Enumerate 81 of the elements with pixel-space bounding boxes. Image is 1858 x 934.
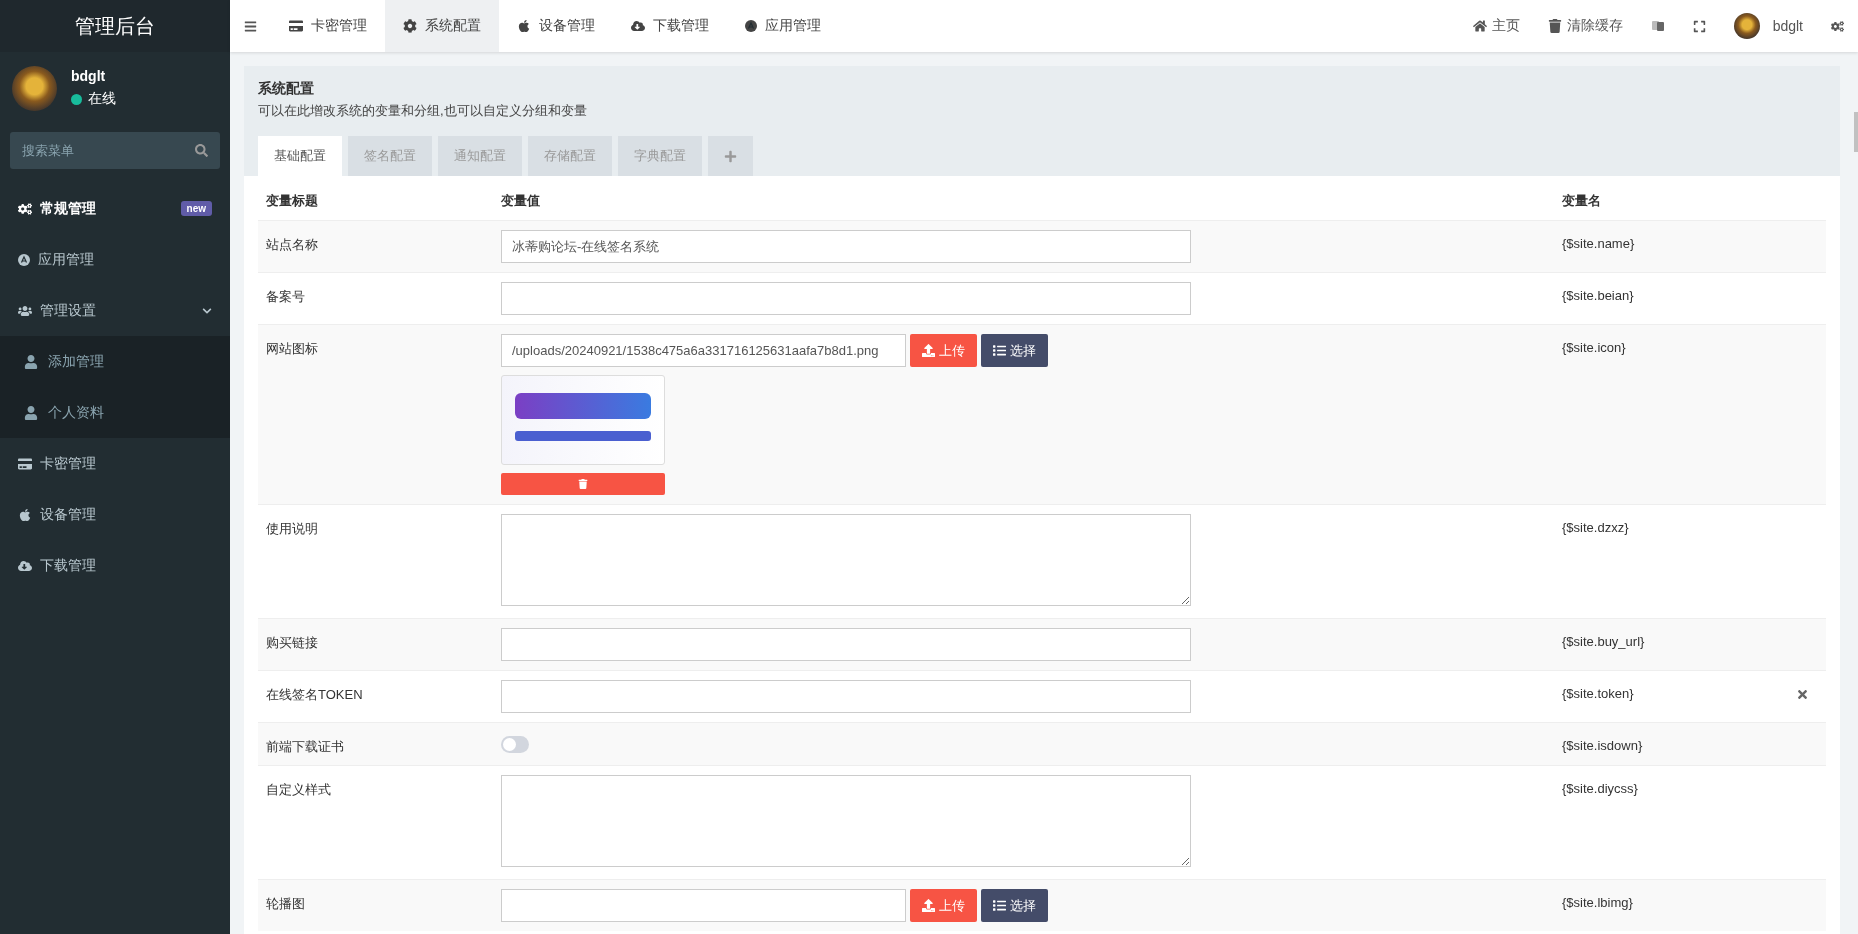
choose-button[interactable]: 选择 <box>981 334 1048 367</box>
variable-name: {$site.buy_url} <box>1561 633 1646 651</box>
variable-name: {$site.lbimg} <box>1561 894 1634 912</box>
user-avatar <box>12 65 57 111</box>
list-icon <box>993 899 1006 912</box>
row-title: 网站图标 <box>265 340 319 358</box>
menu-item[interactable]: 下载管理 <box>0 540 230 591</box>
app-icon <box>18 253 30 266</box>
menu-item[interactable]: 应用管理 <box>0 234 230 285</box>
tab-icon <box>517 19 531 33</box>
user-status: 在线 <box>88 90 116 108</box>
delete-button[interactable] <box>501 473 665 495</box>
variable-name: {$site.name} <box>1561 235 1636 253</box>
row-title: 轮播图 <box>265 895 306 913</box>
path-field[interactable]: /uploads/20240921/1538c475a6a331716125631aafa7b8d1.png <box>501 334 906 367</box>
tab-icon <box>631 19 645 33</box>
row-title: 使用说明 <box>265 520 319 538</box>
app-title: 管理后台 <box>0 0 230 52</box>
variable-name: {$site.token} <box>1561 685 1635 703</box>
tab-icon <box>403 19 417 33</box>
user-menu[interactable]: bdglt <box>1719 0 1817 52</box>
column-header: 变量名 <box>1561 192 1602 210</box>
tab-icon <box>289 19 303 33</box>
variable-name: {$site.icon} <box>1561 339 1627 357</box>
row-title: 站点名称 <box>265 236 319 254</box>
new-badge: new <box>180 201 212 216</box>
column-header: 变量标题 <box>265 192 319 210</box>
search-icon <box>195 144 208 157</box>
row-title: 在线签名TOKEN <box>265 686 364 704</box>
scrollbar[interactable] <box>1854 112 1858 152</box>
text-field[interactable] <box>501 680 1191 713</box>
submenu-item[interactable]: 添加管理 <box>0 336 230 387</box>
top-link[interactable]: 主页 <box>1458 0 1534 52</box>
menu-item[interactable]: 常规管理 new <box>0 183 230 234</box>
row-title: 前端下载证书 <box>265 738 345 756</box>
app-icon <box>745 20 757 32</box>
upload-icon <box>922 899 935 912</box>
menu-item[interactable]: 管理设置 <box>0 285 230 336</box>
path-field[interactable] <box>501 889 906 922</box>
nav-tab[interactable]: 卡密管理 <box>271 0 385 52</box>
variable-name: {$site.dzxz} <box>1561 519 1630 537</box>
nav-tab[interactable]: 下载管理 <box>613 0 727 52</box>
menu-item[interactable]: 设备管理 <box>0 489 230 540</box>
user-icon <box>24 354 38 369</box>
nav-tab[interactable]: 设备管理 <box>499 0 613 52</box>
variable-name: {$site.diycss} <box>1561 780 1639 798</box>
chevron-icon <box>202 305 212 316</box>
toggle-switch[interactable] <box>501 736 529 753</box>
variable-name: {$site.isdown} <box>1561 737 1644 755</box>
text-area[interactable] <box>501 514 1191 606</box>
text-field[interactable] <box>501 282 1191 315</box>
top-link[interactable]: 清除缓存 <box>1533 0 1637 52</box>
fullscreen-icon <box>1692 19 1706 33</box>
variable-name: {$site.beian} <box>1561 287 1635 305</box>
nav-tab[interactable]: 系统配置 <box>385 0 499 52</box>
plus-icon <box>724 149 737 163</box>
menu-item[interactable]: 卡密管理 <box>0 438 230 489</box>
panel-title: 系统配置 <box>258 80 315 98</box>
text-field[interactable] <box>501 628 1191 661</box>
user-icon <box>24 405 38 420</box>
row-title: 自定义样式 <box>265 781 332 799</box>
submenu-item[interactable]: 个人资料 <box>0 387 230 438</box>
config-tab[interactable]: 基础配置 <box>258 136 342 176</box>
remove-icon[interactable] <box>1796 688 1809 701</box>
search-field[interactable]: 搜索菜单 <box>10 132 220 169</box>
text-field[interactable]: 冰蒂购论坛-在线签名系统 <box>501 230 1191 263</box>
translate-icon <box>1650 19 1665 33</box>
text-area[interactable] <box>501 775 1191 867</box>
column-header: 变量值 <box>500 192 541 210</box>
list-icon <box>993 344 1006 357</box>
user-avatar <box>1733 13 1760 39</box>
panel-description: 可以在此增改系统的变量和分组,也可以自定义分组和变量 <box>258 102 588 120</box>
row-title: 备案号 <box>265 288 306 306</box>
upload-icon <box>922 344 935 357</box>
nav-tab[interactable]: 应用管理 <box>727 0 839 52</box>
trash-icon <box>578 479 588 489</box>
settings-icon <box>1831 19 1844 33</box>
add-tab-button[interactable] <box>708 136 753 176</box>
user-name: bdglt <box>71 68 107 84</box>
choose-button[interactable]: 选择 <box>981 889 1048 922</box>
row-title: 购买链接 <box>265 634 319 652</box>
